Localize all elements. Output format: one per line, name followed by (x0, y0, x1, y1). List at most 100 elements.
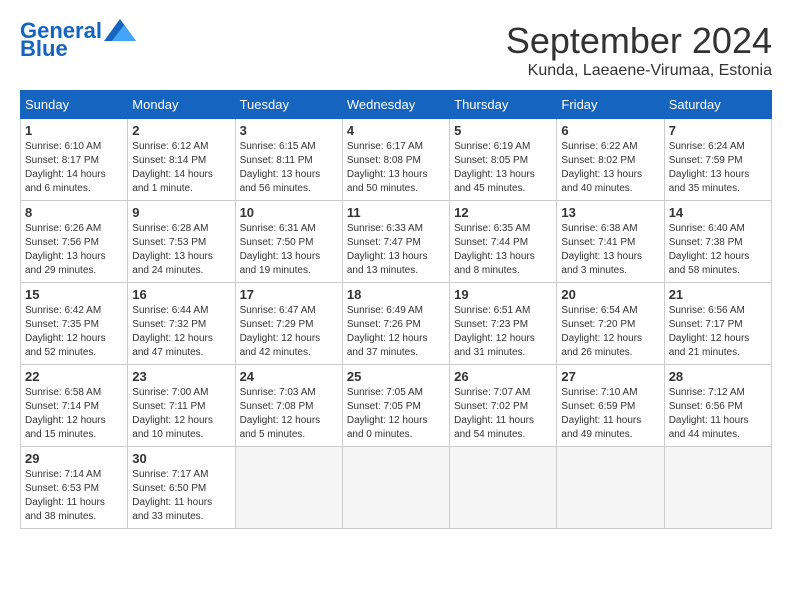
day-number: 3 (240, 123, 338, 138)
table-row: 12 Sunrise: 6:35 AMSunset: 7:44 PMDayligh… (450, 201, 557, 283)
day-info: Sunrise: 6:38 AMSunset: 7:41 PMDaylight:… (561, 222, 659, 278)
table-row: 21Sunrise: 6:56 AMSunset: 7:17 PMDayligh… (664, 283, 771, 365)
day-number: 9 (132, 205, 230, 220)
logo-blue: Blue (20, 38, 68, 60)
table-row: 13 Sunrise: 6:38 AMSunset: 7:41 PMDayligh… (557, 201, 664, 283)
col-monday: Monday (128, 91, 235, 119)
day-info: Sunrise: 7:03 AMSunset: 7:08 PMDaylight:… (240, 386, 338, 442)
day-number: 10 (240, 205, 338, 220)
logo-icon (104, 19, 136, 41)
day-info: Sunrise: 7:12 AMSunset: 6:56 PMDaylight:… (669, 386, 767, 442)
day-number: 26 (454, 369, 552, 384)
day-number: 15 (25, 287, 123, 302)
day-info: Sunrise: 6:31 AMSunset: 7:50 PMDaylight:… (240, 222, 338, 278)
day-number: 20 (561, 287, 659, 302)
day-number: 11 (347, 205, 445, 220)
day-number: 18 (347, 287, 445, 302)
day-number: 25 (347, 369, 445, 384)
logo: General Blue (20, 20, 136, 60)
day-number: 5 (454, 123, 552, 138)
table-row (557, 447, 664, 529)
table-row: 20 Sunrise: 6:54 AMSunset: 7:20 PMDayligh… (557, 283, 664, 365)
day-info: Sunrise: 6:10 AMSunset: 8:17 PMDaylight:… (25, 140, 123, 196)
calendar-week-row: 1 Sunrise: 6:10 AMSunset: 8:17 PMDaylight… (21, 119, 772, 201)
day-number: 2 (132, 123, 230, 138)
month-title: September 2024 (506, 20, 772, 62)
table-row: 17 Sunrise: 6:47 AMSunset: 7:29 PMDayligh… (235, 283, 342, 365)
day-number: 12 (454, 205, 552, 220)
table-row: 10 Sunrise: 6:31 AMSunset: 7:50 PMDayligh… (235, 201, 342, 283)
day-info: Sunrise: 7:17 AMSunset: 6:50 PMDaylight:… (132, 468, 230, 524)
table-row: 3 Sunrise: 6:15 AMSunset: 8:11 PMDaylight… (235, 119, 342, 201)
table-row (342, 447, 449, 529)
day-info: Sunrise: 6:35 AMSunset: 7:44 PMDaylight:… (454, 222, 552, 278)
day-info: Sunrise: 7:00 AMSunset: 7:11 PMDaylight:… (132, 386, 230, 442)
day-number: 30 (132, 451, 230, 466)
day-number: 23 (132, 369, 230, 384)
table-row: 9Sunrise: 6:28 AMSunset: 7:53 PMDaylight… (128, 201, 235, 283)
table-row: 7Sunrise: 6:24 AMSunset: 7:59 PMDaylight… (664, 119, 771, 201)
day-number: 29 (25, 451, 123, 466)
table-row: 4 Sunrise: 6:17 AMSunset: 8:08 PMDaylight… (342, 119, 449, 201)
table-row: 5Sunrise: 6:19 AMSunset: 8:05 PMDaylight… (450, 119, 557, 201)
day-info: Sunrise: 6:49 AMSunset: 7:26 PMDaylight:… (347, 304, 445, 360)
table-row: 18 Sunrise: 6:49 AMSunset: 7:26 PMDayligh… (342, 283, 449, 365)
day-info: Sunrise: 6:17 AMSunset: 8:08 PMDaylight:… (347, 140, 445, 196)
day-number: 8 (25, 205, 123, 220)
calendar-week-row: 29 Sunrise: 7:14 AMSunset: 6:53 PMDayligh… (21, 447, 772, 529)
table-row: 14 Sunrise: 6:40 AMSunset: 7:38 PMDayligh… (664, 201, 771, 283)
day-number: 6 (561, 123, 659, 138)
day-info: Sunrise: 6:22 AMSunset: 8:02 PMDaylight:… (561, 140, 659, 196)
day-info: Sunrise: 6:12 AMSunset: 8:14 PMDaylight:… (132, 140, 230, 196)
calendar-week-row: 22 Sunrise: 6:58 AMSunset: 7:14 PMDayligh… (21, 365, 772, 447)
table-row: 23 Sunrise: 7:00 AMSunset: 7:11 PMDayligh… (128, 365, 235, 447)
table-row: 2 Sunrise: 6:12 AMSunset: 8:14 PMDaylight… (128, 119, 235, 201)
day-info: Sunrise: 6:15 AMSunset: 8:11 PMDaylight:… (240, 140, 338, 196)
table-row: 8 Sunrise: 6:26 AMSunset: 7:56 PMDaylight… (21, 201, 128, 283)
day-number: 21 (669, 287, 767, 302)
day-number: 22 (25, 369, 123, 384)
day-info: Sunrise: 7:10 AMSunset: 6:59 PMDaylight:… (561, 386, 659, 442)
table-row: 11 Sunrise: 6:33 AMSunset: 7:47 PMDayligh… (342, 201, 449, 283)
day-number: 17 (240, 287, 338, 302)
table-row: 28Sunrise: 7:12 AMSunset: 6:56 PMDayligh… (664, 365, 771, 447)
day-info: Sunrise: 7:05 AMSunset: 7:05 PMDaylight:… (347, 386, 445, 442)
day-info: Sunrise: 7:14 AMSunset: 6:53 PMDaylight:… (25, 468, 123, 524)
day-number: 4 (347, 123, 445, 138)
day-info: Sunrise: 6:26 AMSunset: 7:56 PMDaylight:… (25, 222, 123, 278)
table-row: 25 Sunrise: 7:05 AMSunset: 7:05 PMDayligh… (342, 365, 449, 447)
table-row: 1 Sunrise: 6:10 AMSunset: 8:17 PMDaylight… (21, 119, 128, 201)
title-section: September 2024 Kunda, Laeaene-Virumaa, E… (506, 20, 772, 80)
table-row: 30 Sunrise: 7:17 AMSunset: 6:50 PMDayligh… (128, 447, 235, 529)
day-number: 16 (132, 287, 230, 302)
table-row: 29 Sunrise: 7:14 AMSunset: 6:53 PMDayligh… (21, 447, 128, 529)
location-subtitle: Kunda, Laeaene-Virumaa, Estonia (506, 62, 772, 80)
table-row: 22 Sunrise: 6:58 AMSunset: 7:14 PMDayligh… (21, 365, 128, 447)
day-number: 13 (561, 205, 659, 220)
day-info: Sunrise: 6:44 AMSunset: 7:32 PMDaylight:… (132, 304, 230, 360)
table-row: 26Sunrise: 7:07 AMSunset: 7:02 PMDayligh… (450, 365, 557, 447)
col-tuesday: Tuesday (235, 91, 342, 119)
day-info: Sunrise: 6:58 AMSunset: 7:14 PMDaylight:… (25, 386, 123, 442)
day-number: 19 (454, 287, 552, 302)
table-row (664, 447, 771, 529)
col-thursday: Thursday (450, 91, 557, 119)
calendar-week-row: 15 Sunrise: 6:42 AMSunset: 7:35 PMDayligh… (21, 283, 772, 365)
day-info: Sunrise: 6:47 AMSunset: 7:29 PMDaylight:… (240, 304, 338, 360)
day-info: Sunrise: 6:24 AMSunset: 7:59 PMDaylight:… (669, 140, 767, 196)
day-info: Sunrise: 6:40 AMSunset: 7:38 PMDaylight:… (669, 222, 767, 278)
day-number: 1 (25, 123, 123, 138)
table-row: 6 Sunrise: 6:22 AMSunset: 8:02 PMDaylight… (557, 119, 664, 201)
calendar-table: Sunday Monday Tuesday Wednesday Thursday… (20, 90, 772, 529)
col-saturday: Saturday (664, 91, 771, 119)
day-info: Sunrise: 6:54 AMSunset: 7:20 PMDaylight:… (561, 304, 659, 360)
day-number: 14 (669, 205, 767, 220)
day-info: Sunrise: 6:51 AMSunset: 7:23 PMDaylight:… (454, 304, 552, 360)
table-row (235, 447, 342, 529)
col-friday: Friday (557, 91, 664, 119)
day-info: Sunrise: 6:33 AMSunset: 7:47 PMDaylight:… (347, 222, 445, 278)
table-row: 27Sunrise: 7:10 AMSunset: 6:59 PMDayligh… (557, 365, 664, 447)
table-row: 19 Sunrise: 6:51 AMSunset: 7:23 PMDayligh… (450, 283, 557, 365)
table-row (450, 447, 557, 529)
day-info: Sunrise: 6:42 AMSunset: 7:35 PMDaylight:… (25, 304, 123, 360)
